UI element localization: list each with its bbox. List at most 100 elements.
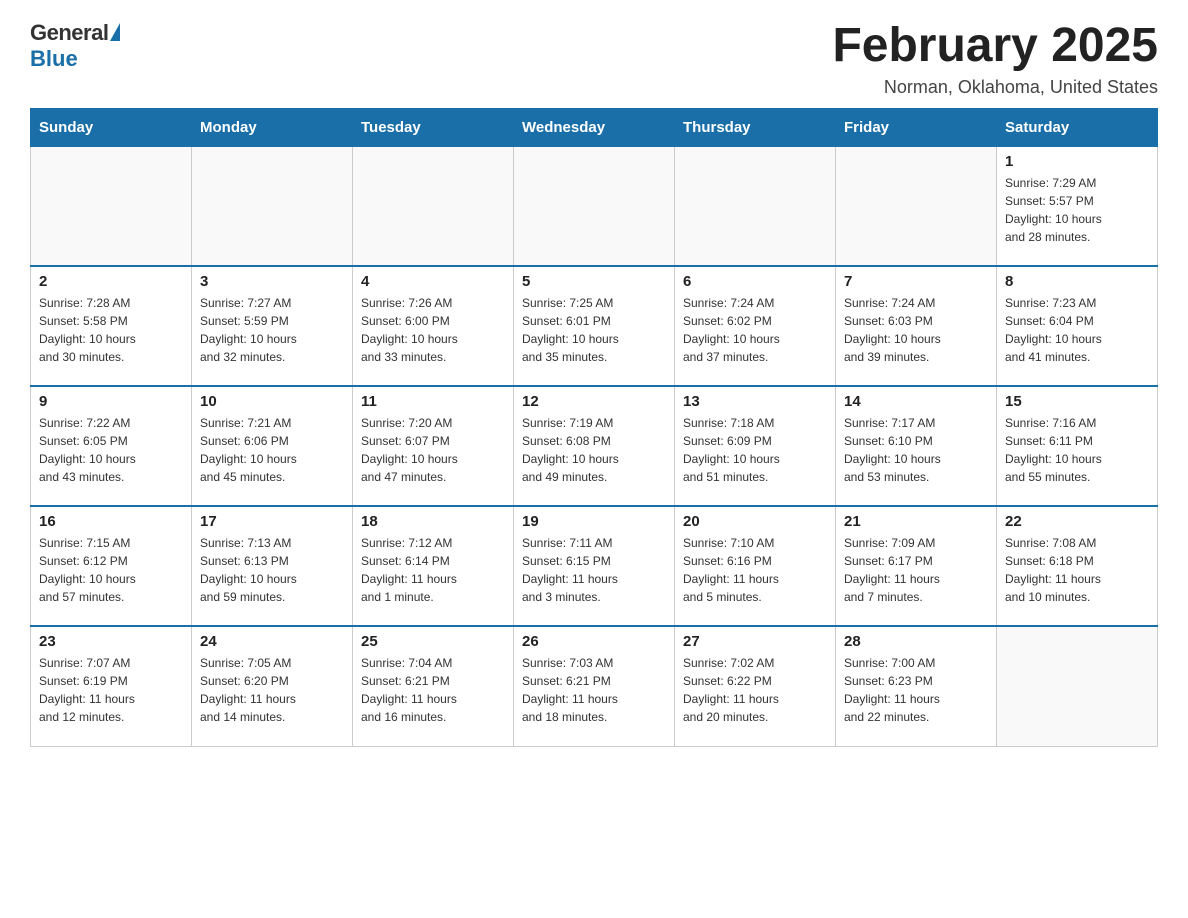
day-number: 3 <box>200 273 344 290</box>
day-info: Sunrise: 7:24 AM Sunset: 6:03 PM Dayligh… <box>844 294 988 366</box>
day-number: 20 <box>683 513 827 530</box>
calendar-day-cell <box>31 146 192 266</box>
calendar-week-row: 9 Sunrise: 7:22 AM Sunset: 6:05 PM Daylig… <box>31 386 1158 506</box>
calendar-day-cell <box>836 146 997 266</box>
calendar-day-cell: 16Sunrise: 7:15 AM Sunset: 6:12 PM Dayli… <box>31 506 192 626</box>
day-number: 22 <box>1005 513 1149 530</box>
day-number: 12 <box>522 393 666 410</box>
day-info: Sunrise: 7:24 AM Sunset: 6:02 PM Dayligh… <box>683 294 827 366</box>
logo-triangle-icon <box>110 23 120 41</box>
day-number: 23 <box>39 633 183 650</box>
day-number: 5 <box>522 273 666 290</box>
day-info: Sunrise: 7:15 AM Sunset: 6:12 PM Dayligh… <box>39 534 183 606</box>
day-number: 15 <box>1005 393 1149 410</box>
calendar-day-cell: 18 Sunrise: 7:12 AM Sunset: 6:14 PM Dayli… <box>353 506 514 626</box>
day-info: Sunrise: 7:07 AM Sunset: 6:19 PM Dayligh… <box>39 654 183 726</box>
day-number: 26 <box>522 633 666 650</box>
calendar-weekday-tuesday: Tuesday <box>353 108 514 146</box>
day-info: Sunrise: 7:13 AM Sunset: 6:13 PM Dayligh… <box>200 534 344 606</box>
day-info: Sunrise: 7:20 AM Sunset: 6:07 PM Dayligh… <box>361 414 505 486</box>
logo-general-text: General <box>30 20 108 46</box>
day-info: Sunrise: 7:18 AM Sunset: 6:09 PM Dayligh… <box>683 414 827 486</box>
calendar-day-cell: 5 Sunrise: 7:25 AM Sunset: 6:01 PM Daylig… <box>514 266 675 386</box>
calendar-day-cell: 22Sunrise: 7:08 AM Sunset: 6:18 PM Dayli… <box>997 506 1158 626</box>
calendar-day-cell: 6 Sunrise: 7:24 AM Sunset: 6:02 PM Daylig… <box>675 266 836 386</box>
day-info: Sunrise: 7:23 AM Sunset: 6:04 PM Dayligh… <box>1005 294 1149 366</box>
calendar-day-cell: 4 Sunrise: 7:26 AM Sunset: 6:00 PM Daylig… <box>353 266 514 386</box>
calendar-weekday-monday: Monday <box>192 108 353 146</box>
day-info: Sunrise: 7:00 AM Sunset: 6:23 PM Dayligh… <box>844 654 988 726</box>
calendar-day-cell: 15 Sunrise: 7:16 AM Sunset: 6:11 PM Dayli… <box>997 386 1158 506</box>
day-info: Sunrise: 7:10 AM Sunset: 6:16 PM Dayligh… <box>683 534 827 606</box>
day-number: 25 <box>361 633 505 650</box>
calendar-weekday-thursday: Thursday <box>675 108 836 146</box>
calendar-week-row: 16Sunrise: 7:15 AM Sunset: 6:12 PM Dayli… <box>31 506 1158 626</box>
calendar-weekday-wednesday: Wednesday <box>514 108 675 146</box>
day-number: 8 <box>1005 273 1149 290</box>
day-info: Sunrise: 7:22 AM Sunset: 6:05 PM Dayligh… <box>39 414 183 486</box>
calendar-weekday-saturday: Saturday <box>997 108 1158 146</box>
calendar-day-cell: 11 Sunrise: 7:20 AM Sunset: 6:07 PM Dayli… <box>353 386 514 506</box>
logo: General Blue <box>30 20 120 72</box>
calendar-day-cell: 27Sunrise: 7:02 AM Sunset: 6:22 PM Dayli… <box>675 626 836 746</box>
day-info: Sunrise: 7:29 AM Sunset: 5:57 PM Dayligh… <box>1005 174 1149 246</box>
day-info: Sunrise: 7:12 AM Sunset: 6:14 PM Dayligh… <box>361 534 505 606</box>
calendar-day-cell: 9 Sunrise: 7:22 AM Sunset: 6:05 PM Daylig… <box>31 386 192 506</box>
calendar-day-cell: 17 Sunrise: 7:13 AM Sunset: 6:13 PM Dayli… <box>192 506 353 626</box>
calendar-day-cell <box>192 146 353 266</box>
day-number: 1 <box>1005 153 1149 170</box>
calendar-week-row: 2 Sunrise: 7:28 AM Sunset: 5:58 PM Daylig… <box>31 266 1158 386</box>
calendar-day-cell <box>514 146 675 266</box>
day-number: 18 <box>361 513 505 530</box>
page-header: General Blue February 2025 Norman, Oklah… <box>30 20 1158 98</box>
day-info: Sunrise: 7:26 AM Sunset: 6:00 PM Dayligh… <box>361 294 505 366</box>
day-info: Sunrise: 7:25 AM Sunset: 6:01 PM Dayligh… <box>522 294 666 366</box>
day-info: Sunrise: 7:05 AM Sunset: 6:20 PM Dayligh… <box>200 654 344 726</box>
calendar-day-cell: 12 Sunrise: 7:19 AM Sunset: 6:08 PM Dayli… <box>514 386 675 506</box>
day-number: 21 <box>844 513 988 530</box>
day-number: 28 <box>844 633 988 650</box>
day-info: Sunrise: 7:17 AM Sunset: 6:10 PM Dayligh… <box>844 414 988 486</box>
day-number: 17 <box>200 513 344 530</box>
day-number: 4 <box>361 273 505 290</box>
day-number: 14 <box>844 393 988 410</box>
calendar-day-cell: 14 Sunrise: 7:17 AM Sunset: 6:10 PM Dayli… <box>836 386 997 506</box>
calendar-day-cell: 23 Sunrise: 7:07 AM Sunset: 6:19 PM Dayli… <box>31 626 192 746</box>
day-number: 10 <box>200 393 344 410</box>
calendar-day-cell: 21 Sunrise: 7:09 AM Sunset: 6:17 PM Dayli… <box>836 506 997 626</box>
day-info: Sunrise: 7:11 AM Sunset: 6:15 PM Dayligh… <box>522 534 666 606</box>
title-section: February 2025 Norman, Oklahoma, United S… <box>832 20 1158 98</box>
day-info: Sunrise: 7:27 AM Sunset: 5:59 PM Dayligh… <box>200 294 344 366</box>
day-number: 2 <box>39 273 183 290</box>
day-info: Sunrise: 7:28 AM Sunset: 5:58 PM Dayligh… <box>39 294 183 366</box>
day-info: Sunrise: 7:04 AM Sunset: 6:21 PM Dayligh… <box>361 654 505 726</box>
day-number: 19 <box>522 513 666 530</box>
day-number: 7 <box>844 273 988 290</box>
day-number: 6 <box>683 273 827 290</box>
day-info: Sunrise: 7:19 AM Sunset: 6:08 PM Dayligh… <box>522 414 666 486</box>
day-number: 13 <box>683 393 827 410</box>
calendar-week-row: 23 Sunrise: 7:07 AM Sunset: 6:19 PM Dayli… <box>31 626 1158 746</box>
logo-blue-text: Blue <box>30 46 78 72</box>
calendar-day-cell: 28 Sunrise: 7:00 AM Sunset: 6:23 PM Dayli… <box>836 626 997 746</box>
calendar-header-row: SundayMondayTuesdayWednesdayThursdayFrid… <box>31 108 1158 146</box>
calendar-day-cell <box>675 146 836 266</box>
calendar-day-cell: 25 Sunrise: 7:04 AM Sunset: 6:21 PM Dayli… <box>353 626 514 746</box>
day-number: 24 <box>200 633 344 650</box>
day-number: 11 <box>361 393 505 410</box>
calendar-day-cell: 26Sunrise: 7:03 AM Sunset: 6:21 PM Dayli… <box>514 626 675 746</box>
calendar-day-cell: 13 Sunrise: 7:18 AM Sunset: 6:09 PM Dayli… <box>675 386 836 506</box>
calendar-day-cell <box>353 146 514 266</box>
calendar-day-cell: 1 Sunrise: 7:29 AM Sunset: 5:57 PM Daylig… <box>997 146 1158 266</box>
calendar-day-cell: 2 Sunrise: 7:28 AM Sunset: 5:58 PM Daylig… <box>31 266 192 386</box>
day-info: Sunrise: 7:16 AM Sunset: 6:11 PM Dayligh… <box>1005 414 1149 486</box>
day-number: 9 <box>39 393 183 410</box>
calendar-day-cell: 7 Sunrise: 7:24 AM Sunset: 6:03 PM Daylig… <box>836 266 997 386</box>
calendar-day-cell: 19 Sunrise: 7:11 AM Sunset: 6:15 PM Dayli… <box>514 506 675 626</box>
day-info: Sunrise: 7:21 AM Sunset: 6:06 PM Dayligh… <box>200 414 344 486</box>
calendar-day-cell: 3 Sunrise: 7:27 AM Sunset: 5:59 PM Daylig… <box>192 266 353 386</box>
day-number: 27 <box>683 633 827 650</box>
day-info: Sunrise: 7:09 AM Sunset: 6:17 PM Dayligh… <box>844 534 988 606</box>
calendar-weekday-sunday: Sunday <box>31 108 192 146</box>
calendar-day-cell: 24 Sunrise: 7:05 AM Sunset: 6:20 PM Dayli… <box>192 626 353 746</box>
